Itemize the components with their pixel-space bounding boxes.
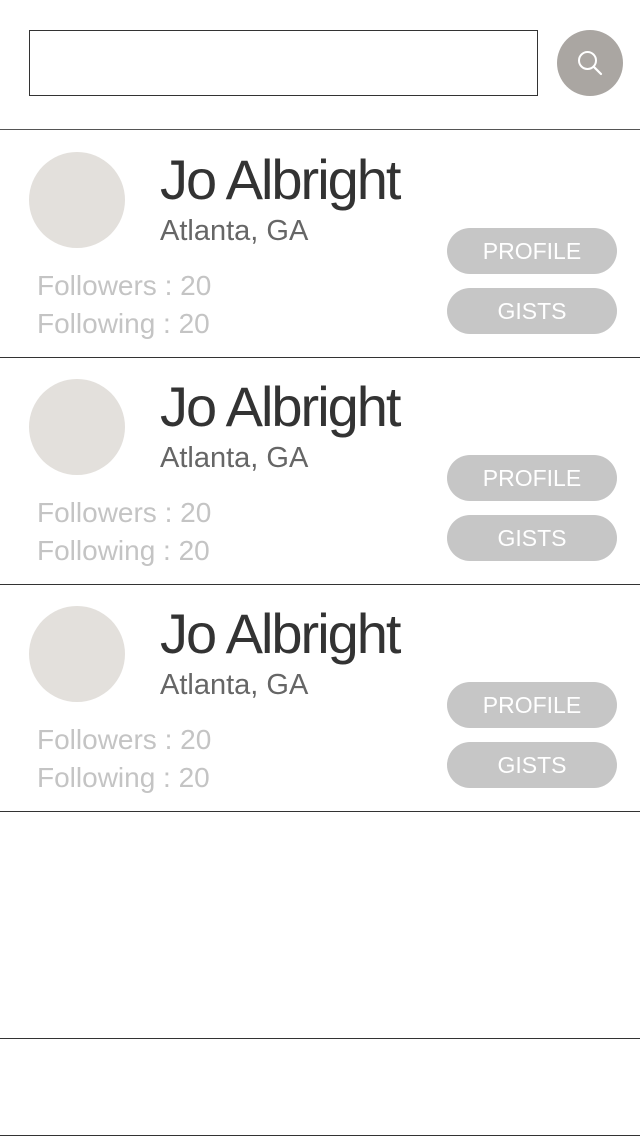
followers-count: Followers : 20 (37, 724, 212, 755)
following-count: Following : 20 (37, 535, 210, 566)
search-input[interactable] (29, 30, 538, 96)
gists-button[interactable]: GISTS (447, 515, 617, 561)
search-icon (578, 51, 603, 76)
profile-button[interactable]: PROFILE (447, 228, 617, 274)
search-button[interactable] (557, 30, 623, 96)
user-name: Jo Albright (160, 375, 401, 438)
profile-button[interactable]: PROFILE (447, 455, 617, 501)
user-name: Jo Albright (160, 148, 401, 211)
user-card: Jo Albright Atlanta, GA Followers : 20 F… (0, 357, 640, 585)
search-bar (0, 0, 640, 130)
user-name: Jo Albright (160, 602, 401, 665)
avatar[interactable] (29, 379, 125, 475)
gists-button[interactable]: GISTS (447, 288, 617, 334)
avatar[interactable] (29, 152, 125, 248)
user-card: Jo Albright Atlanta, GA Followers : 20 F… (0, 584, 640, 812)
followers-count: Followers : 20 (37, 270, 212, 301)
empty-list-row (0, 811, 640, 1039)
gists-button[interactable]: GISTS (447, 742, 617, 788)
following-count: Following : 20 (37, 762, 210, 793)
user-location: Atlanta, GA (160, 215, 309, 247)
following-count: Following : 20 (37, 308, 210, 339)
avatar[interactable] (29, 606, 125, 702)
user-card: Jo Albright Atlanta, GA Followers : 20 F… (0, 130, 640, 358)
empty-list-row (0, 1039, 640, 1136)
followers-count: Followers : 20 (37, 497, 212, 528)
profile-button[interactable]: PROFILE (447, 682, 617, 728)
user-location: Atlanta, GA (160, 442, 309, 474)
user-location: Atlanta, GA (160, 669, 309, 701)
